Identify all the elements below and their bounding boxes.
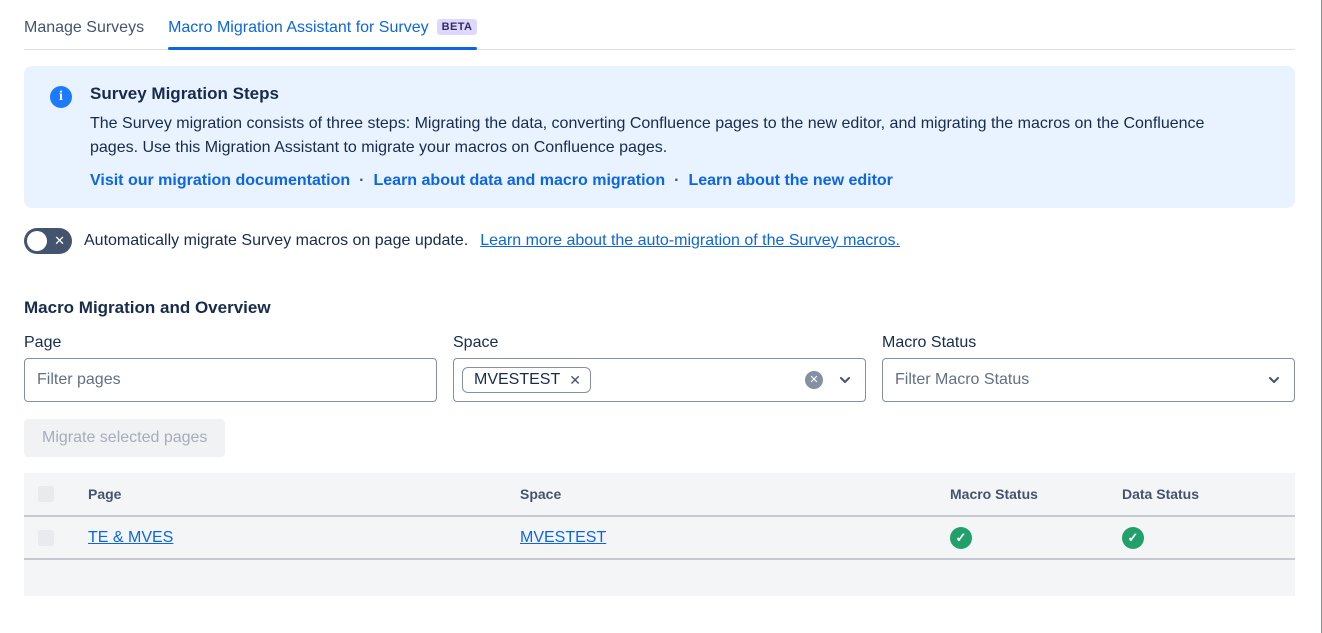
tab-macro-migration-label: Macro Migration Assistant for Survey	[168, 19, 429, 36]
info-content: Survey Migration Steps The Survey migrat…	[90, 84, 1240, 190]
chip-remove-icon[interactable]: ✕	[569, 373, 581, 387]
table-header-row: Page Space Macro Status Data Status	[24, 473, 1295, 517]
link-separator: ·	[359, 172, 364, 189]
tab-bar: Manage Surveys Macro Migration Assistant…	[24, 0, 1295, 50]
space-chip: MVESTEST ✕	[462, 367, 591, 393]
macro-status-filter-label: Macro Status	[882, 334, 1295, 352]
table-row: TE & MVES MVESTEST ✓ ✓	[24, 517, 1295, 560]
link-data-macro-migration[interactable]: Learn about data and macro migration	[374, 172, 666, 189]
macro-status-filter: Macro Status Filter Macro Status	[882, 334, 1295, 402]
macro-status-select[interactable]: Filter Macro Status	[882, 358, 1295, 402]
auto-migrate-learn-more-link[interactable]: Learn more about the auto-migration of t…	[480, 232, 900, 250]
auto-migrate-label: Automatically migrate Survey macros on p…	[84, 232, 468, 250]
space-filter-select[interactable]: MVESTEST ✕ ✕	[453, 358, 866, 402]
space-link[interactable]: MVESTEST	[520, 529, 606, 546]
tab-manage-surveys-label: Manage Surveys	[24, 19, 144, 36]
select-all-checkbox[interactable]	[38, 486, 54, 502]
info-body-text: The Survey migration consists of three s…	[90, 112, 1240, 160]
header-page: Page	[88, 486, 520, 502]
info-links: Visit our migration documentation · Learn …	[90, 172, 1240, 190]
beta-badge: BETA	[437, 19, 478, 35]
auto-migrate-toggle[interactable]: ✕	[24, 228, 72, 254]
chevron-down-icon[interactable]	[837, 372, 853, 388]
link-new-editor[interactable]: Learn about the new editor	[688, 172, 892, 189]
migrate-selected-pages-button[interactable]: Migrate selected pages	[24, 419, 225, 457]
toggle-knob	[27, 231, 47, 251]
row-macro-status-cell: ✓	[950, 527, 1122, 549]
macro-status-success-icon: ✓	[950, 527, 972, 549]
header-space: Space	[520, 486, 950, 502]
page-filter-label: Page	[24, 334, 437, 352]
page-filter: Page	[24, 334, 437, 402]
data-status-success-icon: ✓	[1122, 527, 1144, 549]
row-checkbox[interactable]	[38, 530, 54, 546]
page-filter-input[interactable]	[24, 358, 437, 402]
header-checkbox-cell	[24, 486, 88, 502]
row-space-cell: MVESTEST	[520, 529, 950, 547]
row-data-status-cell: ✓	[1122, 527, 1295, 549]
clear-all-icon[interactable]: ✕	[805, 371, 823, 389]
macro-migration-page: Manage Surveys Macro Migration Assistant…	[0, 0, 1322, 633]
tab-manage-surveys[interactable]: Manage Surveys	[24, 19, 144, 49]
row-page-cell: TE & MVES	[88, 529, 520, 547]
info-icon: i	[50, 86, 72, 108]
space-filter-label: Space	[453, 334, 866, 352]
tab-macro-migration-assistant[interactable]: Macro Migration Assistant for Survey BETA	[168, 19, 477, 49]
link-separator: ·	[674, 172, 679, 189]
space-chip-label: MVESTEST	[474, 371, 560, 389]
row-checkbox-cell	[24, 530, 88, 546]
auto-migrate-row: ✕ Automatically migrate Survey macros on…	[24, 228, 1295, 254]
overview-section-title: Macro Migration and Overview	[24, 298, 1295, 318]
link-migration-documentation[interactable]: Visit our migration documentation	[90, 172, 350, 189]
info-title: Survey Migration Steps	[90, 84, 1240, 104]
space-filter: Space MVESTEST ✕ ✕	[453, 334, 866, 402]
chevron-down-icon[interactable]	[1266, 372, 1282, 388]
migration-table: Page Space Macro Status Data Status TE &…	[24, 473, 1295, 596]
header-macro-status: Macro Status	[950, 486, 1122, 502]
filter-row: Page Space MVESTEST ✕ ✕ Macro Status Fil…	[24, 334, 1295, 402]
page-link[interactable]: TE & MVES	[88, 529, 173, 546]
macro-status-placeholder: Filter Macro Status	[891, 371, 1029, 389]
header-data-status: Data Status	[1122, 486, 1295, 502]
info-panel: i Survey Migration Steps The Survey migr…	[24, 66, 1295, 208]
toggle-off-x-icon: ✕	[54, 234, 65, 247]
